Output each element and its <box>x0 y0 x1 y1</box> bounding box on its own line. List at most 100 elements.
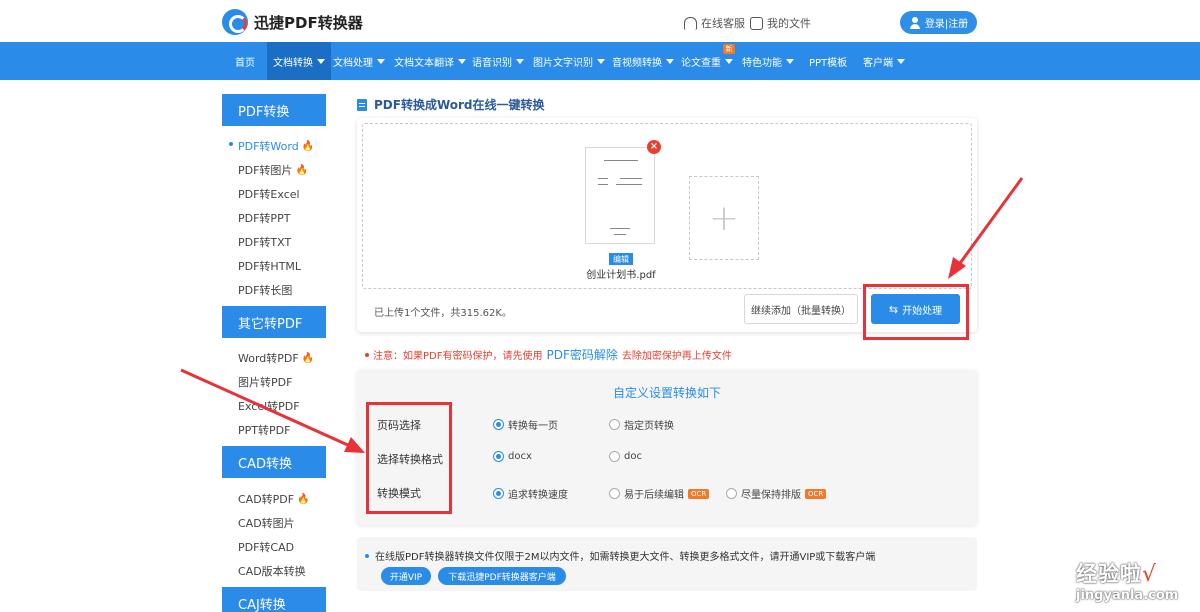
headset-icon <box>684 16 697 30</box>
thumb-line <box>610 228 630 229</box>
file-dropzone[interactable]: × 编辑 创业计划书.pdf + <box>362 123 972 289</box>
highlight-box-settings <box>366 402 452 514</box>
sidebar-item-label: PDF转图片 <box>238 164 293 177</box>
info-text: 在线版PDF转换器转换文件仅限于2M以内文件，如需转换更大文件、转换更多格式文件… <box>375 552 876 563</box>
sidebar-item-pdf-to-long-image[interactable]: PDF转长图 <box>238 282 292 298</box>
sidebar-item-cad-to-pdf[interactable]: CAD转PDF 🔥 <box>238 491 310 507</box>
sidebar-item-ppt-to-pdf[interactable]: PPT转PDF <box>238 422 290 438</box>
option-label: 尽量保持排版 <box>741 490 801 501</box>
sidebar-item-label: 图片转PDF <box>238 376 293 389</box>
option-label: docx <box>508 451 532 462</box>
nav-label: 特色功能 <box>742 57 782 69</box>
my-files-link[interactable]: 我的文件 <box>750 15 811 31</box>
my-files-label: 我的文件 <box>767 17 811 30</box>
sidebar-item-pdf-to-excel[interactable]: PDF转Excel <box>238 186 300 202</box>
sidebar-item-excel-to-pdf[interactable]: Excel转PDF <box>238 398 300 414</box>
file-name: 创业计划书.pdf <box>586 270 656 281</box>
sidebar-item-cad-version[interactable]: CAD版本转换 <box>238 563 306 579</box>
caret-down-icon <box>516 58 524 64</box>
nav-item-translate[interactable]: 文档文本翻译 <box>394 42 466 80</box>
radio-circle <box>493 488 504 499</box>
sidebar-item-pdf-to-txt[interactable]: PDF转TXT <box>238 234 291 250</box>
file-thumbnail[interactable] <box>585 147 655 244</box>
sidebar-item-label: PDF转Word <box>238 140 299 153</box>
caret-down-icon <box>458 58 466 64</box>
file-icon <box>750 16 763 30</box>
radio-speed[interactable]: 追求转换速度 <box>493 486 568 501</box>
login-label: 登录|注册 <box>924 19 969 30</box>
radio-all-pages[interactable]: 转换每一页 <box>493 417 558 432</box>
bullet-dot <box>365 553 369 558</box>
sidebar-section-other-to-pdf[interactable]: 其它转PDF <box>222 306 326 338</box>
sidebar-item-pdf-to-ppt[interactable]: PDF转PPT <box>238 210 290 226</box>
settings-title: 自定义设置转换如下 <box>612 386 721 400</box>
sidebar-item-pdf-to-word[interactable]: PDF转Word 🔥 <box>238 138 314 154</box>
nav-item-ppt[interactable]: PPT模板 <box>809 42 847 80</box>
info-card: 在线版PDF转换器转换文件仅限于2M以内文件，如需转换更大文件、转换更多格式文件… <box>357 537 977 591</box>
nav-item-client[interactable]: 客户端 <box>863 42 905 80</box>
sidebar-item-label: PDF转TXT <box>238 236 292 249</box>
nav-item-home[interactable]: 首页 <box>235 42 255 80</box>
sidebar-item-label: PDF转长图 <box>238 284 293 297</box>
nav-item-features[interactable]: 特色功能 <box>742 42 794 80</box>
page-title-text: PDF转换成Word在线一键转换 <box>374 98 545 112</box>
sidebar-item-label: PPT转PDF <box>238 424 291 437</box>
size-limit-info: 在线版PDF转换器转换文件仅限于2M以内文件，如需转换更大文件、转换更多格式文件… <box>365 548 875 563</box>
password-notice: 注意：如果PDF有密码保护，请先使用 PDF密码解除 去除加密保护再上传文件 <box>365 346 732 363</box>
watermark: 经验啦√ jingyanla.com <box>1076 558 1178 603</box>
option-label: doc <box>624 451 642 462</box>
user-icon <box>909 16 921 29</box>
login-button[interactable]: 登录|注册 <box>900 11 977 34</box>
app-name: 迅捷PDF转换器 <box>254 13 363 32</box>
radio-editable[interactable]: 易于后续编辑 OCR <box>609 486 710 501</box>
fire-icon: 🔥 <box>301 352 315 364</box>
option-label: 转换每一页 <box>508 421 558 432</box>
pdf-unlock-link[interactable]: PDF密码解除 <box>546 346 617 363</box>
sidebar-section-pdf-convert[interactable]: PDF转换 <box>222 94 326 126</box>
sidebar-item-pdf-to-html[interactable]: PDF转HTML <box>238 258 301 274</box>
remove-file-button[interactable]: × <box>647 140 661 154</box>
app-logo[interactable]: 迅捷PDF转换器 <box>222 9 363 35</box>
nav-item-speech[interactable]: 语音识别 <box>472 42 524 80</box>
radio-docx[interactable]: docx <box>493 451 532 462</box>
sidebar-section-cad[interactable]: CAD转换 <box>222 446 326 478</box>
bullet-dot <box>365 352 369 357</box>
sidebar-item-pdf-to-image[interactable]: PDF转图片 🔥 <box>238 162 308 178</box>
open-vip-button[interactable]: 开通VIP <box>381 567 431 585</box>
radio-keep-layout[interactable]: 尽量保持排版 OCR <box>726 486 827 501</box>
sidebar-item-pdf-to-cad[interactable]: PDF转CAD <box>238 539 294 555</box>
radio-circle <box>609 488 620 499</box>
caret-down-icon <box>897 58 905 64</box>
caret-down-icon <box>786 58 794 64</box>
download-client-button[interactable]: 下载迅捷PDF转换器客户端 <box>438 567 566 585</box>
nav-label: 音视频转换 <box>612 57 662 69</box>
add-more-button[interactable]: 继续添加（批量转换） <box>744 294 858 324</box>
sidebar-item-word-to-pdf[interactable]: Word转PDF 🔥 <box>238 350 314 366</box>
sidebar-item-cad-to-image[interactable]: CAD转图片 <box>238 515 295 531</box>
sidebar-item-image-to-pdf[interactable]: 图片转PDF <box>238 374 292 390</box>
thumb-line <box>604 160 638 161</box>
highlight-box-start <box>863 284 969 340</box>
caret-down-icon <box>666 58 674 64</box>
fire-icon: 🔥 <box>295 164 308 176</box>
notice-prefix: 注意：如果PDF有密码保护，请先使用 <box>373 351 543 362</box>
sidebar-item-label: Excel转PDF <box>238 400 300 413</box>
nav-item-doc-process[interactable]: 文档处理 <box>333 42 385 80</box>
online-service-link[interactable]: 在线客服 <box>684 15 745 31</box>
nav-item-ocr[interactable]: 图片文字识别 <box>533 42 605 80</box>
nav-item-doc-convert[interactable]: 文档转换 <box>267 42 331 80</box>
nav-item-av[interactable]: 音视频转换 <box>612 42 674 80</box>
caret-down-icon <box>597 58 605 64</box>
option-label: 易于后续编辑 <box>624 490 684 501</box>
option-label: 指定页转换 <box>624 421 674 432</box>
edit-file-button[interactable]: 编辑 <box>609 253 633 265</box>
sidebar-item-label: CAD转图片 <box>238 517 295 530</box>
sidebar-item-label: PDF转PPT <box>238 212 291 225</box>
fire-icon: 🔥 <box>297 493 310 505</box>
add-file-slot[interactable]: + <box>689 176 759 260</box>
sidebar-item-label: PDF转HTML <box>238 260 302 273</box>
sidebar-section-caj[interactable]: CAJ转换 <box>222 587 326 612</box>
radio-specific-pages[interactable]: 指定页转换 <box>609 417 674 432</box>
radio-doc[interactable]: doc <box>609 451 642 462</box>
nav-label: 语音识别 <box>472 57 512 69</box>
